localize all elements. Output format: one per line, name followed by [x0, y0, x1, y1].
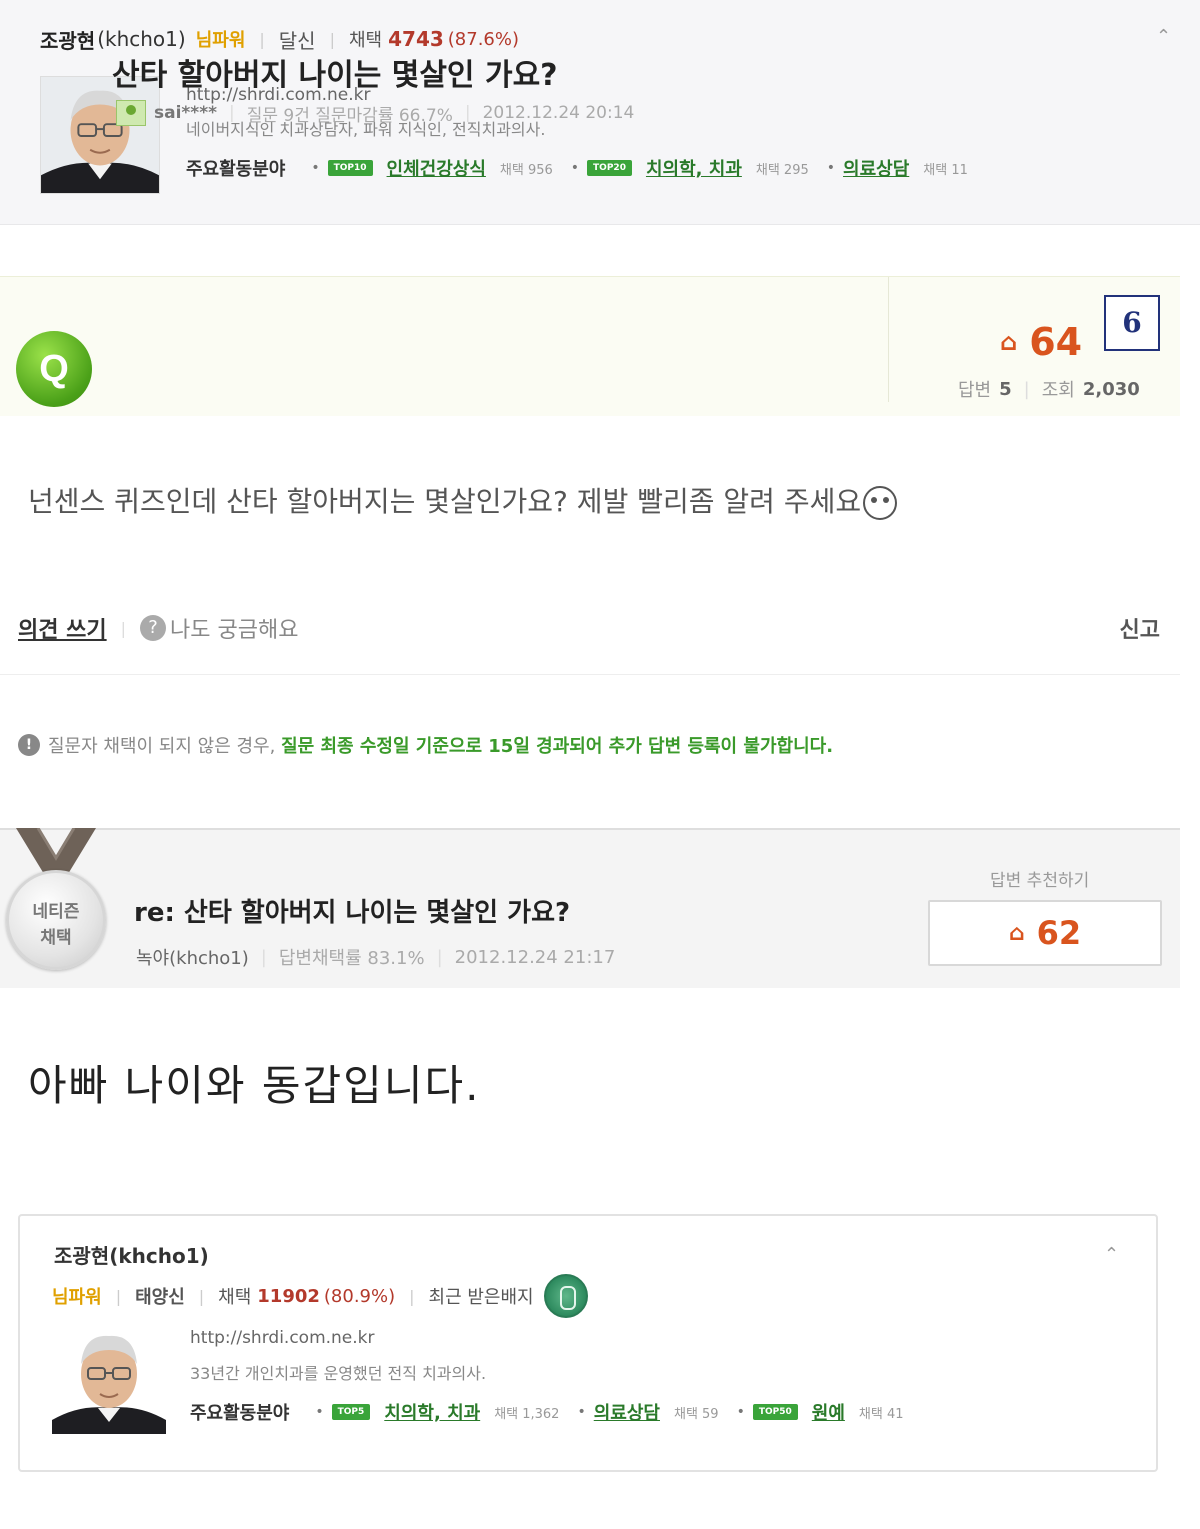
views-count: 2,030 [1082, 378, 1140, 400]
crying-emoji-icon [863, 486, 898, 520]
profile-title: 태양신 [135, 1287, 185, 1308]
top-rank-badge: TOP5 [331, 1404, 371, 1420]
field-link[interactable]: 치의학, 치과 [646, 155, 742, 181]
write-comment-link[interactable]: 의견 쓰기 [18, 612, 107, 644]
answer-user[interactable]: 녹야(khcho1) [136, 944, 249, 970]
answer-meta: 녹야(khcho1) | 답변채택률 83.1% | 2012.12.24 21… [136, 944, 615, 970]
profile-name[interactable]: 조광현 [40, 25, 95, 54]
medal-line2: 채택 [40, 928, 72, 948]
top-rank-badge: TOP10 [327, 160, 373, 176]
profile-url[interactable]: http://shrdi.com.ne.kr [190, 1322, 1120, 1354]
answer-title: re: 산타 할아버지 나이는 몇살인 가요? [134, 898, 571, 928]
curious-label: 나도 궁금해요 [170, 618, 299, 643]
activity-fields: 주요활동분야 • TOP5 치의학, 치과 채택 1,362 • 의료상담 채택… [190, 1394, 1120, 1430]
badge-label: 최근 받은배지 [428, 1287, 534, 1308]
avatar[interactable] [52, 1324, 166, 1434]
adopt-label: 채택 [348, 30, 383, 51]
top-profile-info: http://shrdi.com.ne.kr 네이버지식인 치과상담자, 파워 … [186, 80, 1166, 186]
question-user[interactable]: sai**** [154, 103, 217, 123]
notice-green: 질문 최종 수정일 기준으로 15일 경과되어 추가 답변 등록이 불가합니다. [281, 736, 834, 757]
answer-date: 2012.12.24 21:17 [454, 946, 616, 968]
question-like-count[interactable]: ⌂ 64 [1000, 320, 1082, 364]
field-link[interactable]: 치의학, 치과 [384, 1399, 480, 1425]
field-count: 채택 1,362 [494, 1406, 560, 1422]
question-stats: 질문 9건 질문마감률 66.7% [246, 105, 453, 126]
views-label: 조회 [1041, 380, 1075, 401]
field-count: 채택 11 [923, 162, 968, 178]
number-label: 6 [1104, 295, 1160, 351]
profile-stats: 님파워 | 태양신 | 채택 11902 (80.9%) | 최근 받은배지 [52, 1274, 588, 1318]
adopt-percent: (80.9%) [323, 1285, 396, 1307]
recommend-count: 62 [1036, 914, 1082, 952]
question-date: 2012.12.24 20:14 [482, 103, 635, 123]
ribbon-icon [16, 828, 96, 874]
activity-fields: 주요활동분야 • TOP10 인체건강상식 채택 956 • TOP20 치의학… [186, 150, 1166, 186]
divider [0, 674, 1180, 675]
like-number: 64 [1029, 320, 1083, 364]
thumb-up-icon: ⌂ [1000, 328, 1018, 356]
top-rank-badge: TOP50 [752, 1404, 798, 1420]
divider: | [329, 29, 335, 49]
profile-name[interactable]: 조광현(khcho1) [54, 1240, 209, 1269]
recent-badge-icon[interactable] [543, 1274, 588, 1318]
field-count: 채택 59 [673, 1406, 719, 1422]
divider [888, 277, 889, 402]
question-stats-right: 답변 5 | 조회 2,030 [958, 376, 1140, 402]
notice-gray: 질문자 채택이 되지 않은 경우, [48, 736, 276, 757]
question-actions: 의견 쓰기 | ? 나도 궁금해요 신고 [18, 612, 1160, 644]
recommend-label: 답변 추천하기 [990, 871, 1090, 891]
answers-count: 5 [999, 378, 1012, 400]
question-text: 넌센스 퀴즈인데 산타 할아버지는 몇살인가요? 제발 빨리좀 알려 주세요 [28, 485, 862, 518]
divider: | [259, 29, 265, 49]
question-meta: sai**** | 질문 9건 질문마감률 66.7% | 2012.12.24… [116, 100, 634, 126]
question-mark-icon: ? [140, 615, 167, 641]
user-icon [116, 100, 146, 126]
bottom-profile-info: http://shrdi.com.ne.kr 33년간 개인치과를 운영했던 전… [190, 1322, 1120, 1430]
fields-label: 주요활동분야 [190, 1403, 290, 1424]
top-rank-badge: TOP20 [587, 160, 632, 176]
netizen-adopted-medal-icon: 네티즌 채택 [6, 870, 106, 970]
field-count: 채택 295 [755, 162, 809, 178]
field-count: 채택 956 [499, 162, 553, 178]
field-link[interactable]: 의료상담 [594, 1399, 660, 1425]
recommend-button[interactable]: ⌂ 62 [928, 900, 1162, 966]
field-link[interactable]: 의료상담 [843, 155, 909, 181]
grade-badge: 님파워 [52, 1287, 102, 1308]
chevron-up-icon[interactable]: ⌃ [1104, 1244, 1119, 1265]
adopt-percent: (87.6%) [447, 28, 520, 50]
question-title: 산타 할아버지 나이는 몇살인 가요? [112, 58, 558, 93]
adopt-count: 11902 [257, 1285, 320, 1307]
question-body: 넌센스 퀴즈인데 산타 할아버지는 몇살인가요? 제발 빨리좀 알려 주세요 [28, 480, 898, 520]
adopt-label: 채택 [218, 1287, 252, 1308]
field-count: 채택 41 [858, 1406, 904, 1422]
profile-id[interactable]: (khcho1) [97, 27, 186, 51]
info-icon: ! [18, 734, 40, 756]
thumb-up-icon: ⌂ [1008, 920, 1025, 946]
answer-body: 아빠 나이와 동갑입니다. [28, 1061, 481, 1110]
curious-button[interactable]: ? 나도 궁금해요 [140, 612, 298, 644]
answers-label: 답변 [958, 380, 992, 401]
profile-name-text: 조광현(khcho1) [54, 1244, 209, 1268]
question-icon: Q [16, 331, 92, 407]
notice-message: ! 질문자 채택이 되지 않은 경우, 질문 최종 수정일 기준으로 15일 경… [18, 732, 833, 758]
medal-line1: 네티즌 [32, 902, 80, 922]
grade-badge: 님파워 [195, 30, 246, 51]
field-link[interactable]: 인체건강상식 [387, 155, 486, 181]
fields-label: 주요활동분야 [186, 159, 286, 180]
profile-description: 33년간 개인치과를 운영했던 전직 치과의사. [190, 1364, 487, 1383]
report-link[interactable]: 신고 [1120, 612, 1160, 644]
adopt-count: 4743 [388, 27, 444, 51]
field-link[interactable]: 원예 [812, 1399, 845, 1425]
answer-stats: 답변채택률 83.1% [278, 948, 425, 969]
chevron-up-icon[interactable]: ⌃ [1156, 26, 1171, 47]
